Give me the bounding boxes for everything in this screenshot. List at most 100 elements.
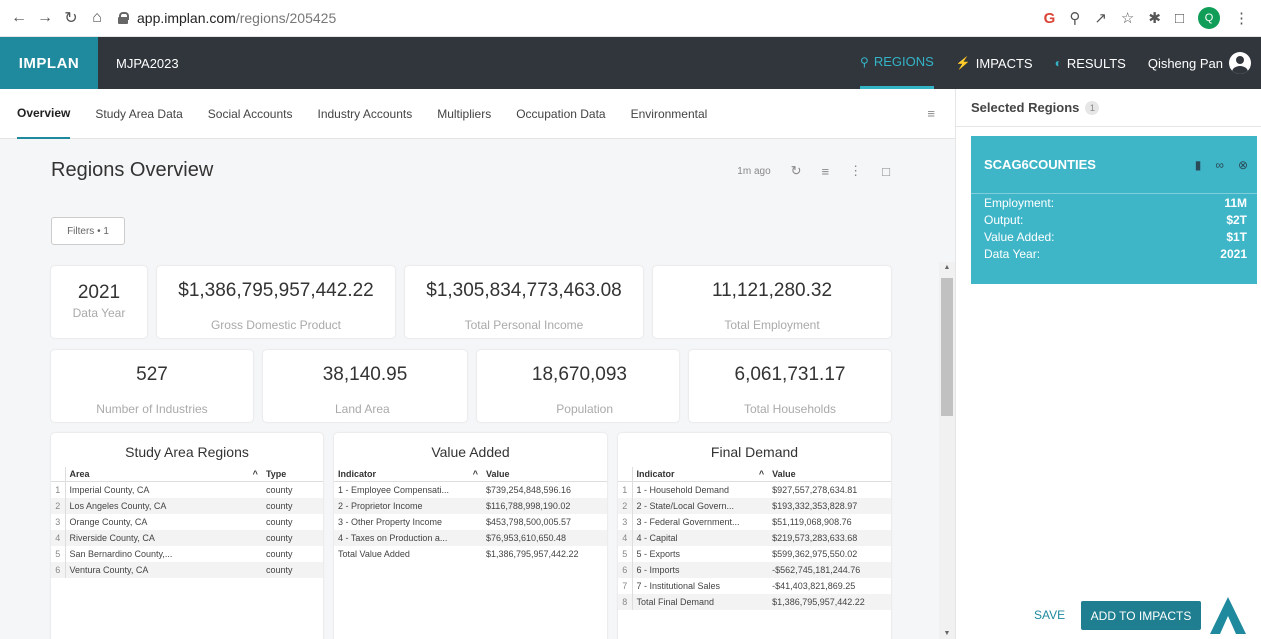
trash-icon[interactable]: ▮ bbox=[1195, 158, 1202, 172]
column-header-value[interactable]: Value bbox=[768, 467, 891, 482]
table-row[interactable]: 4 Riverside County, CA county bbox=[51, 529, 323, 546]
table-cell: county bbox=[265, 484, 293, 495]
filters-button[interactable]: Filters • 1 bbox=[51, 217, 125, 245]
table-row[interactable]: Total Value Added $1,386,795,957,442.22 bbox=[334, 546, 607, 562]
tab-environmental[interactable]: Environmental bbox=[631, 89, 708, 139]
table-cell: 1 - Employee Compensati... bbox=[338, 484, 450, 495]
table-cell: 4 - Taxes on Production a... bbox=[334, 529, 482, 546]
table-cell: 4 bbox=[51, 529, 66, 546]
tab-industry-accounts[interactable]: Industry Accounts bbox=[317, 89, 412, 139]
table-row[interactable]: 3 Orange County, CA county bbox=[51, 513, 323, 530]
back-icon[interactable]: ← bbox=[8, 7, 30, 29]
tab-occupation-data[interactable]: Occupation Data bbox=[516, 89, 605, 139]
bolt-icon: ⚡ bbox=[955, 56, 971, 70]
table-row[interactable]: 22 - State/Local Govern... $193,332,353,8… bbox=[618, 497, 891, 514]
share-icon[interactable]: ↗ bbox=[1094, 9, 1107, 27]
table-row[interactable]: 3 - Other Property Income $453,798,500,00… bbox=[334, 514, 607, 530]
table-cell: county bbox=[261, 561, 323, 578]
save-button[interactable]: SAVE bbox=[1034, 608, 1065, 622]
tab-social-accounts[interactable]: Social Accounts bbox=[208, 89, 293, 139]
table-cell: Imperial County, CA bbox=[69, 484, 150, 495]
implan-logo[interactable]: IMPLAN bbox=[0, 37, 98, 89]
table-cell: county bbox=[265, 516, 293, 527]
table-cell: 5 - Exports bbox=[636, 548, 681, 559]
table-row[interactable]: 66 - Imports -$562,745,181,244.76 bbox=[618, 561, 891, 578]
help-logo-icon[interactable] bbox=[1206, 594, 1250, 638]
table-row[interactable]: 6 Ventura County, CA county bbox=[51, 561, 323, 578]
value-added-table: Indicator ^ Value 1 - Employee Compensati… bbox=[334, 467, 607, 562]
scrollbar-thumb[interactable] bbox=[941, 278, 953, 416]
star-icon[interactable]: ☆ bbox=[1121, 9, 1134, 27]
table-row[interactable]: 2 - Proprietor Income $116,788,998,190.02 bbox=[334, 497, 607, 514]
close-circle-icon[interactable]: ⊗ bbox=[1238, 158, 1248, 172]
value-added-title: Value Added bbox=[431, 444, 510, 460]
table-cell: 7 - Institutional Sales bbox=[636, 580, 721, 591]
region-count-badge: 1 bbox=[1085, 100, 1100, 115]
filter-icon[interactable]: ≡ bbox=[822, 164, 830, 179]
table-cell: $739,254,848,596.16 bbox=[485, 484, 572, 495]
profile-icon[interactable]: Q bbox=[1198, 7, 1220, 29]
table-row[interactable]: 8 Total Final Demand $1,386,795,957,442.22 bbox=[618, 593, 891, 610]
window-icon[interactable]: □ bbox=[1175, 10, 1184, 27]
address-bar[interactable]: app.implan.com/regions/205425 bbox=[118, 10, 336, 26]
refresh-icon[interactable]: ↻ bbox=[791, 163, 802, 179]
table-cell: $1,386,795,957,442.22 bbox=[485, 548, 579, 559]
table-cell: $76,953,610,650.48 bbox=[481, 529, 607, 546]
url-path: /regions/205425 bbox=[235, 10, 337, 26]
stat-value: 38,140.95 bbox=[322, 364, 408, 385]
user-menu[interactable]: Qisheng Pan bbox=[1148, 52, 1251, 74]
table-cell: -$562,745,181,244.76 bbox=[768, 561, 891, 578]
study-area-title: Study Area Regions bbox=[125, 444, 249, 460]
scroll-up-icon[interactable]: ▲ bbox=[939, 264, 955, 271]
table-cell: county bbox=[265, 548, 293, 559]
scroll-down-icon[interactable]: ▼ bbox=[939, 630, 955, 637]
table-row[interactable]: 55 - Exports $599,362,975,550.02 bbox=[618, 545, 891, 562]
nav-results[interactable]: ◐ RESULTS bbox=[1055, 37, 1126, 89]
table-row[interactable]: 2 Los Angeles County, CA county bbox=[51, 497, 323, 514]
add-to-impacts-button[interactable]: ADD TO IMPACTS bbox=[1081, 601, 1201, 630]
nav-regions[interactable]: ⚲ REGIONS bbox=[860, 37, 934, 89]
column-header-indicator[interactable]: Indicator ^ bbox=[334, 467, 482, 482]
page-title: Regions Overview bbox=[51, 159, 214, 181]
region-card-header: SCAG6COUNTIES ▮ ∞ ⊗ bbox=[971, 136, 1257, 194]
table-cell: county bbox=[261, 529, 323, 546]
region-card[interactable]: SCAG6COUNTIES ▮ ∞ ⊗ Employment: 11M Outpu… bbox=[971, 136, 1257, 284]
table-row[interactable]: 1 Imperial County, CA county bbox=[51, 481, 323, 498]
stat-card: $1,305,834,773,463.08 Total Personal Inc… bbox=[405, 266, 643, 338]
reload-icon[interactable]: ↻ bbox=[60, 7, 82, 29]
table-row[interactable]: 11 - Household Demand $927,557,278,634.81 bbox=[618, 481, 891, 498]
table-row[interactable]: 1 - Employee Compensati... $739,254,848,5… bbox=[334, 482, 607, 498]
table-row[interactable]: 5 San Bernardino County,... county bbox=[51, 545, 323, 562]
column-header-value[interactable]: Value bbox=[481, 467, 607, 482]
column-header-indicator[interactable]: Indicator ^ bbox=[632, 467, 769, 482]
app-header: IMPLAN MJPA2023 ⚲ REGIONS ⚡ IMPACTS ◐ RE… bbox=[0, 37, 1261, 89]
tab-overview[interactable]: Overview bbox=[17, 89, 71, 139]
link-icon[interactable]: ∞ bbox=[1215, 158, 1224, 172]
table-row[interactable]: 77 - Institutional Sales -$41,403,821,869… bbox=[618, 577, 891, 594]
extensions-icon[interactable]: ✱ bbox=[1148, 9, 1161, 27]
project-name[interactable]: MJPA2023 bbox=[116, 56, 179, 71]
more-icon[interactable]: ⋮ bbox=[849, 163, 862, 179]
nav-impacts[interactable]: ⚡ IMPACTS bbox=[956, 37, 1033, 89]
table-cell: 4 - Capital bbox=[632, 529, 769, 546]
table-row[interactable]: 44 - Capital $219,573,283,633.68 bbox=[618, 529, 891, 546]
table-cell: 5 bbox=[618, 545, 633, 562]
table-row[interactable]: 4 - Taxes on Production a... $76,953,610,… bbox=[334, 529, 607, 546]
stat-label: Land Area bbox=[335, 402, 390, 416]
folder-icon[interactable]: □ bbox=[882, 164, 890, 179]
google-icon[interactable]: G bbox=[1044, 10, 1056, 27]
column-header-type[interactable]: Type bbox=[261, 467, 323, 482]
home-icon[interactable]: ⌂ bbox=[86, 7, 108, 29]
zoom-icon[interactable]: ⚲ bbox=[1069, 9, 1080, 27]
tab-multipliers[interactable]: Multipliers bbox=[437, 89, 491, 139]
menu-dots-icon[interactable]: ⋮ bbox=[1234, 9, 1249, 27]
sliders-icon[interactable]: ≡ bbox=[927, 106, 935, 121]
column-header-area[interactable]: Area ^ bbox=[65, 467, 262, 482]
table-row[interactable]: 33 - Federal Government... $51,119,068,90… bbox=[618, 513, 891, 530]
avatar bbox=[1229, 52, 1251, 74]
forward-icon[interactable]: → bbox=[34, 7, 56, 29]
sort-up-icon: ^ bbox=[758, 469, 765, 479]
tab-study-area-data[interactable]: Study Area Data bbox=[95, 89, 182, 139]
main-scrollbar[interactable]: ▲ ▼ bbox=[939, 262, 955, 639]
table-cell: 1 bbox=[51, 481, 66, 498]
